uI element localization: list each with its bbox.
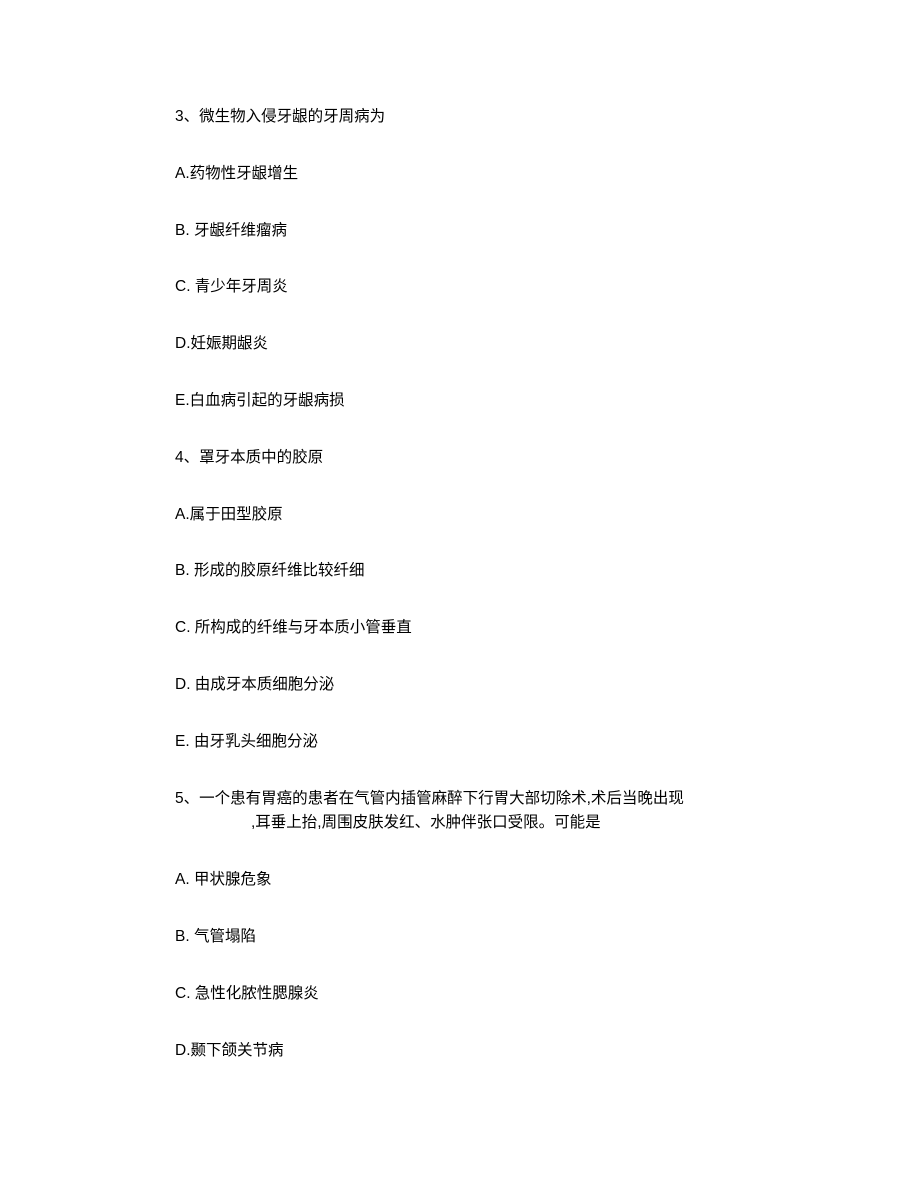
q5-option-c: C. 急性化脓性腮腺炎: [175, 982, 745, 1007]
q4-option-c: C. 所构成的纤维与牙本质小管垂直: [175, 616, 745, 641]
q3-option-a: A.药物性牙龈增生: [175, 162, 745, 187]
q5-option-d: D.颞下颌关节病: [175, 1039, 745, 1064]
q5-stem-line2: ,耳垂上抬,周围皮肤发红、水肿伴张口受限。可能是: [175, 811, 745, 836]
q4-stem: 4、罩牙本质中的胶原: [175, 446, 745, 471]
q5-stem: 5、一个患有胃癌的患者在气管内插管麻醉下行胃大部切除术,术后当晚出现 ,耳垂上抬…: [175, 787, 745, 837]
q4-option-e: E. 由牙乳头细胞分泌: [175, 730, 745, 755]
q3-option-d: D.妊娠期龈炎: [175, 332, 745, 357]
document-page: 3、微生物入侵牙龈的牙周病为 A.药物性牙龈增生 B. 牙龈纤维瘤病 C. 青少…: [0, 0, 920, 1063]
q3-option-e: E.白血病引起的牙龈病损: [175, 389, 745, 414]
q4-option-d: D. 由成牙本质细胞分泌: [175, 673, 745, 698]
q4-option-b: B. 形成的胶原纤维比较纤细: [175, 559, 745, 584]
q3-option-b: B. 牙龈纤维瘤病: [175, 219, 745, 244]
q3-stem: 3、微生物入侵牙龈的牙周病为: [175, 105, 745, 130]
q4-option-a: A.属于田型胶原: [175, 503, 745, 528]
q3-option-c: C. 青少年牙周炎: [175, 275, 745, 300]
q5-option-a: A. 甲状腺危象: [175, 868, 745, 893]
q5-stem-line1: 5、一个患有胃癌的患者在气管内插管麻醉下行胃大部切除术,术后当晚出现: [175, 787, 745, 812]
q5-option-b: B. 气管塌陷: [175, 925, 745, 950]
